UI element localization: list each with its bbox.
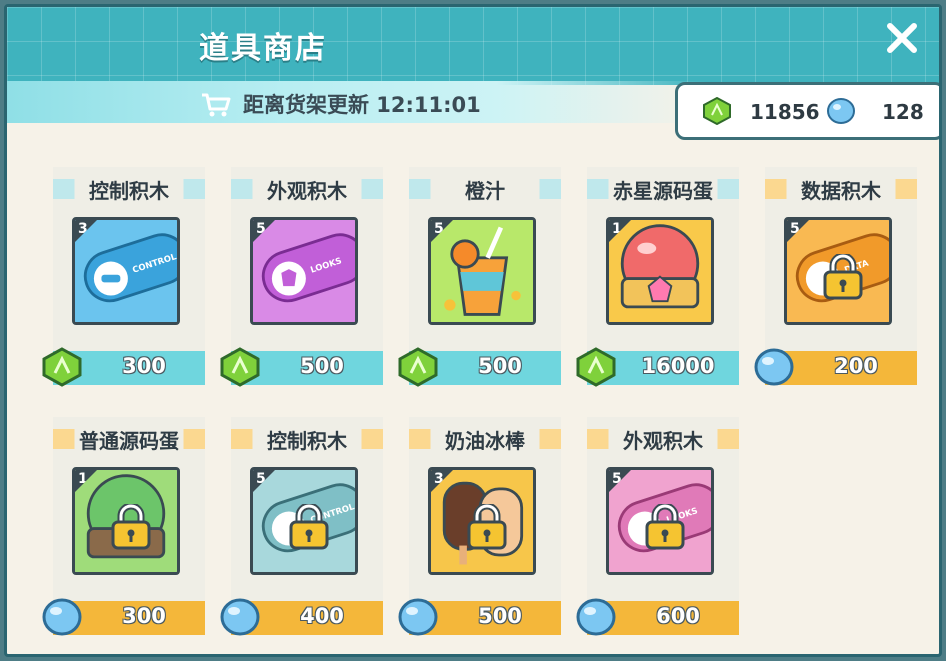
shop-item-card[interactable]: 数据积木 DATA 5 200	[754, 167, 917, 386]
lock-icon	[467, 504, 507, 550]
lock-icon	[111, 504, 151, 550]
buy-button[interactable]: 200	[754, 348, 917, 386]
item-nametag: 控制积木	[231, 427, 383, 453]
item-art: LOOKS 5	[250, 217, 358, 325]
shop-item-card[interactable]: 赤星源码蛋 1 16000	[576, 167, 739, 387]
lock-icon	[823, 254, 863, 300]
cart-icon	[202, 93, 231, 117]
shop-item-card[interactable]: 橙汁 5 500	[398, 167, 561, 387]
item-art: 5	[428, 217, 536, 325]
item-art: DATA 5	[784, 217, 892, 325]
buy-button[interactable]: 600	[576, 598, 739, 636]
buy-button[interactable]: 500	[220, 347, 383, 387]
item-price: 500	[478, 604, 522, 628]
buy-button[interactable]: 400	[220, 598, 383, 636]
item-nametag: 外观积木	[231, 177, 383, 203]
shop-item-card[interactable]: 控制积木 CONTROL 3 300	[42, 167, 205, 387]
green-currency-value: 11856	[750, 100, 820, 124]
blue-orb-icon	[576, 598, 616, 636]
item-art: 1	[606, 217, 714, 325]
blue-orb-icon	[754, 348, 794, 386]
green-gem-icon	[576, 347, 616, 387]
buy-button[interactable]: 300	[42, 347, 205, 387]
blue-orb-icon	[398, 598, 438, 636]
item-price: 300	[122, 354, 166, 378]
shop-item-card[interactable]: 奶油冰棒 3 500	[398, 417, 561, 636]
item-nametag: 外观积木	[587, 427, 739, 453]
blue-controller-icon: CONTROL	[75, 220, 177, 322]
item-price: 500	[478, 354, 522, 378]
buy-button[interactable]: 16000	[576, 347, 739, 387]
item-nametag: 橙汁	[409, 177, 561, 203]
lock-icon	[645, 504, 685, 550]
item-price: 200	[834, 354, 878, 378]
item-price: 600	[656, 604, 700, 628]
item-art: 1	[72, 467, 180, 575]
green-gem-icon	[703, 97, 731, 125]
green-gem-icon	[42, 347, 82, 387]
item-price: 400	[300, 604, 344, 628]
item-name: 数据积木	[801, 179, 881, 203]
close-button[interactable]	[883, 19, 921, 57]
green-gem-icon	[220, 347, 260, 387]
purple-looks-icon: LOOKS	[253, 220, 355, 322]
green-gem-icon	[398, 347, 438, 387]
buy-button[interactable]: 500	[398, 347, 561, 387]
item-art: LOOKS 5	[606, 467, 714, 575]
currency-box: 11856 128	[675, 82, 939, 140]
page-title: 道具商店	[199, 31, 327, 66]
item-name: 外观积木	[267, 179, 347, 203]
item-price: 500	[300, 354, 344, 378]
item-price: 16000	[641, 354, 715, 378]
blue-orb-icon	[827, 98, 855, 124]
item-nametag: 控制积木	[53, 177, 205, 203]
blue-orb-icon	[220, 598, 260, 636]
blue-currency-value: 128	[882, 100, 924, 124]
refresh-timer: 距离货架更新 12:11:01	[243, 93, 481, 117]
shop-panel: 道具商店 距离货架更新 12:11:01 11856 128 控制积木 CONTR…	[4, 4, 942, 657]
item-nametag: 普通源码蛋	[53, 427, 205, 453]
item-name: 外观积木	[623, 429, 703, 453]
orange-juice-icon	[431, 220, 533, 322]
item-price: 300	[122, 604, 166, 628]
shop-item-card[interactable]: 普通源码蛋 1 300	[42, 417, 205, 636]
item-art: CONTROL 5	[250, 467, 358, 575]
buy-button[interactable]: 300	[42, 598, 205, 636]
item-name: 控制积木	[267, 429, 347, 453]
blue-orb-icon	[42, 598, 82, 636]
item-name: 奶油冰棒	[445, 429, 525, 453]
shop-item-card[interactable]: 外观积木 LOOKS 5 500	[220, 167, 383, 387]
item-name: 橙汁	[465, 179, 505, 203]
shop-item-card[interactable]: 外观积木 LOOKS 5 600	[576, 417, 739, 636]
item-art: CONTROL 3	[72, 217, 180, 325]
close-icon	[887, 23, 917, 53]
shop-item-card[interactable]: 控制积木 CONTROL 5 400	[220, 417, 383, 636]
item-name: 普通源码蛋	[79, 429, 179, 453]
item-name: 控制积木	[89, 179, 169, 203]
lock-icon	[289, 504, 329, 550]
red-egg-icon	[609, 220, 711, 322]
item-name: 赤星源码蛋	[613, 179, 713, 203]
buy-button[interactable]: 500	[398, 598, 561, 636]
item-nametag: 奶油冰棒	[409, 427, 561, 453]
header-background	[7, 7, 939, 85]
item-art: 3	[428, 467, 536, 575]
item-nametag: 数据积木	[765, 177, 917, 203]
item-nametag: 赤星源码蛋	[587, 177, 739, 203]
